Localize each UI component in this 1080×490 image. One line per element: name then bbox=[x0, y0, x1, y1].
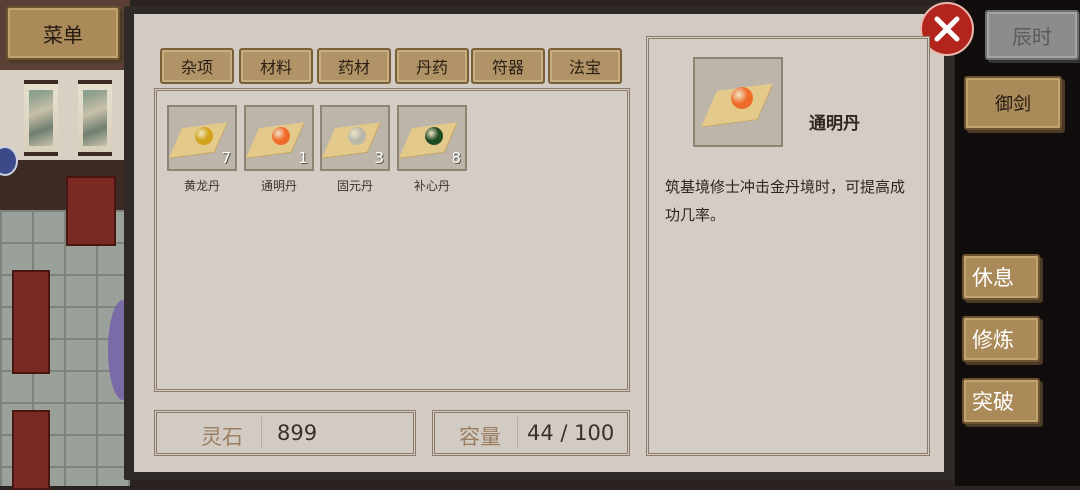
item-detail-panel: 通明丹 筑基境修士冲击金丹境时，可提高成功几率。 bbox=[646, 36, 930, 456]
divider bbox=[517, 417, 518, 449]
tab-talismans[interactable]: 符器 bbox=[471, 48, 545, 84]
pill-icon bbox=[731, 87, 753, 109]
tab-herbs[interactable]: 药材 bbox=[317, 48, 391, 84]
menu-button[interactable]: 菜单 bbox=[6, 6, 120, 60]
spirit-stone-label: 灵石 bbox=[201, 425, 243, 449]
time-label: 辰时 bbox=[1012, 24, 1052, 49]
tab-treasures[interactable]: 法宝 bbox=[548, 48, 622, 84]
cultivate-label: 修炼 bbox=[972, 328, 1014, 352]
item-slot[interactable]: 8 bbox=[397, 105, 467, 171]
rest-button[interactable]: 休息 bbox=[962, 254, 1040, 300]
item-slot[interactable]: 1 bbox=[244, 105, 314, 171]
detail-item-name: 通明丹 bbox=[809, 114, 860, 134]
item-slot[interactable]: 7 bbox=[167, 105, 237, 171]
capacity-bar: 容量 44 / 100 bbox=[432, 410, 630, 456]
pill-icon bbox=[425, 127, 443, 145]
tab-pills[interactable]: 丹药 bbox=[395, 48, 469, 84]
wooden-chair bbox=[12, 270, 50, 374]
tab-label: 法宝 bbox=[568, 58, 601, 77]
item-name: 黄龙丹 bbox=[183, 179, 220, 193]
spirit-stone-value: 899 bbox=[277, 421, 318, 445]
tab-label: 符器 bbox=[491, 58, 524, 77]
tab-label: 材料 bbox=[259, 58, 292, 77]
spirit-stone-bar: 灵石 899 bbox=[154, 410, 416, 456]
capacity-label: 容量 bbox=[459, 425, 501, 449]
tab-label: 丹药 bbox=[415, 58, 448, 77]
item-grid: 7 黄龙丹 1 通明丹 3 固元丹 8 补心丹 bbox=[154, 88, 630, 392]
rest-label: 休息 bbox=[972, 266, 1014, 290]
time-of-day-button[interactable]: 辰时 bbox=[985, 10, 1079, 60]
tab-materials[interactable]: 材料 bbox=[239, 48, 313, 84]
detail-item-description: 筑基境修士冲击金丹境时，可提高成功几率。 bbox=[665, 178, 906, 224]
pill-icon bbox=[272, 127, 290, 145]
cultivate-button[interactable]: 修炼 bbox=[962, 316, 1040, 362]
wooden-chair-lower bbox=[12, 410, 50, 490]
menu-label: 菜单 bbox=[43, 22, 83, 47]
detail-item-image bbox=[693, 57, 783, 147]
hanging-scroll-left bbox=[24, 80, 58, 156]
red-chair bbox=[66, 176, 116, 246]
pill-icon bbox=[195, 127, 213, 145]
item-slot[interactable]: 3 bbox=[320, 105, 390, 171]
breakthrough-label: 突破 bbox=[972, 390, 1014, 414]
tab-label: 杂项 bbox=[180, 58, 213, 77]
item-count: 3 bbox=[374, 149, 384, 167]
item-count: 8 bbox=[451, 149, 461, 167]
sword-flight-label: 御剑 bbox=[995, 94, 1031, 115]
item-count: 7 bbox=[221, 149, 231, 167]
breakthrough-button[interactable]: 突破 bbox=[962, 378, 1040, 424]
item-name: 固元丹 bbox=[336, 179, 373, 193]
capacity-value: 44 / 100 bbox=[527, 421, 615, 445]
close-icon bbox=[934, 16, 960, 42]
divider bbox=[261, 417, 262, 449]
item-name: 通明丹 bbox=[260, 179, 297, 193]
tab-label: 药材 bbox=[337, 58, 370, 77]
item-count: 1 bbox=[298, 149, 308, 167]
pill-icon bbox=[348, 127, 366, 145]
tab-misc[interactable]: 杂项 bbox=[160, 48, 234, 84]
sword-flight-button[interactable]: 御剑 bbox=[964, 76, 1062, 130]
item-name: 补心丹 bbox=[413, 179, 450, 193]
hanging-scroll-right bbox=[78, 80, 112, 156]
